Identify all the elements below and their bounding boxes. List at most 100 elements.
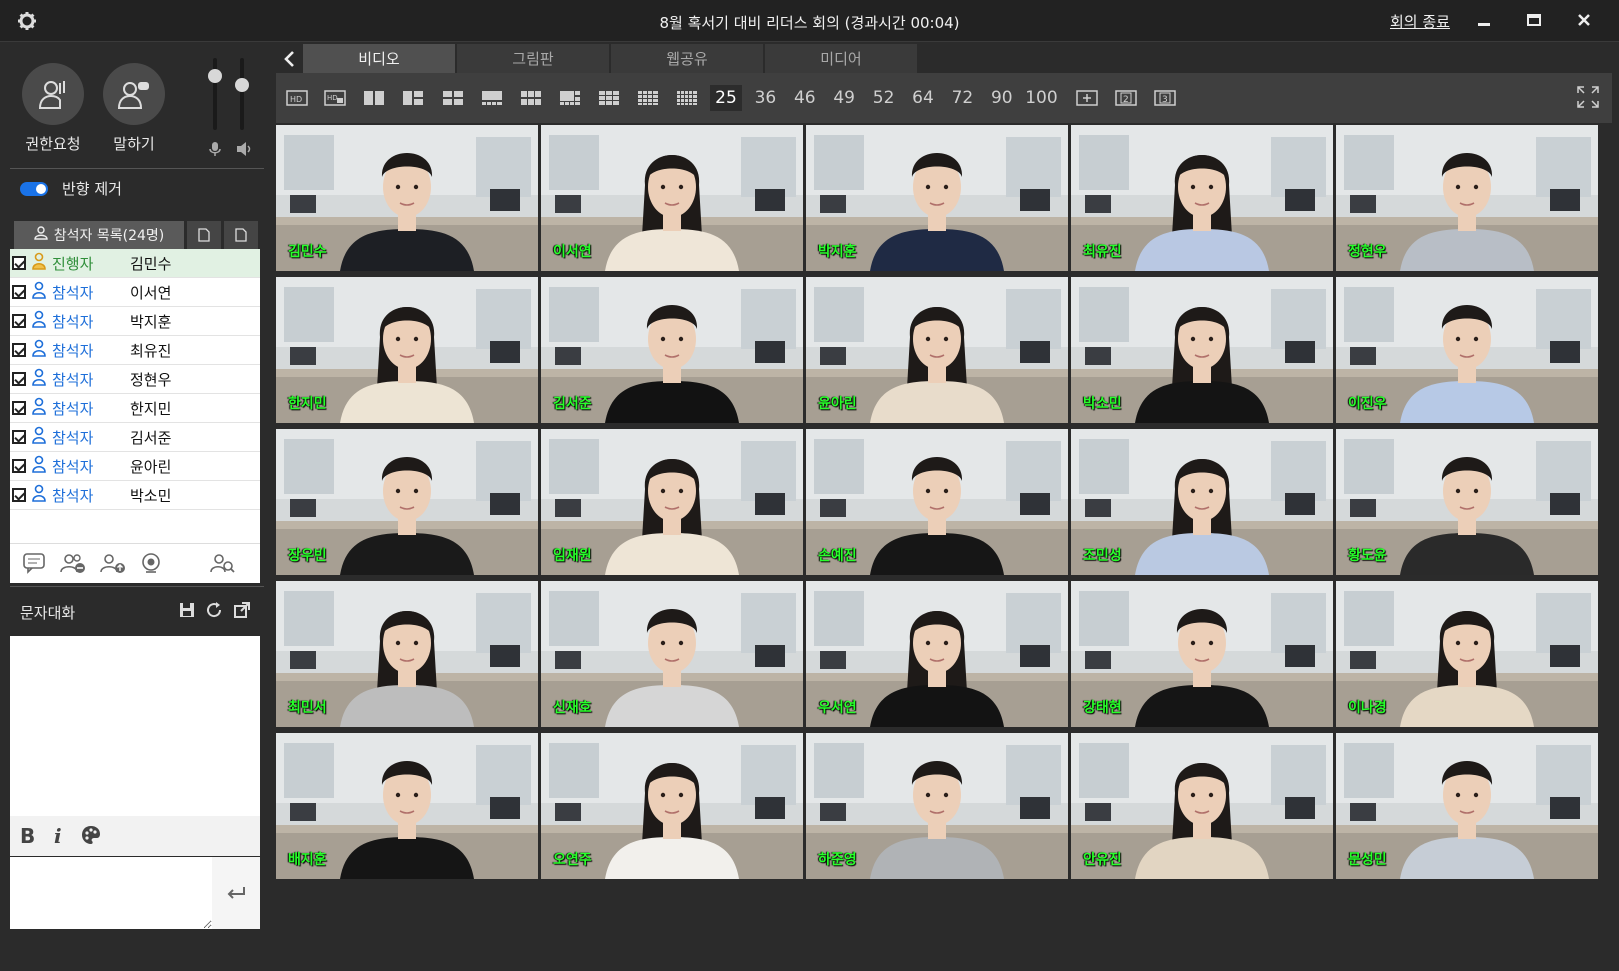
participant-row[interactable]: 참석자 정현우 — [10, 365, 260, 394]
close-icon[interactable] — [1570, 8, 1598, 34]
layout-count-100[interactable]: 100 — [1025, 85, 1057, 111]
end-meeting-link[interactable]: 회의 종료 — [1390, 11, 1450, 32]
user-search-icon[interactable] — [210, 552, 236, 576]
video-tile[interactable]: 문성민 — [1336, 733, 1598, 879]
participant-checkbox[interactable] — [12, 488, 26, 502]
video-tile[interactable]: 박소민 — [1071, 277, 1333, 423]
color-palette-icon[interactable] — [80, 824, 102, 848]
tab-media[interactable]: 미디어 — [765, 44, 917, 74]
layout-20-icon[interactable] — [676, 87, 698, 109]
page-2-icon[interactable]: 2 — [1115, 87, 1137, 109]
layout-6-icon[interactable] — [520, 87, 542, 109]
page-3-icon[interactable]: 3 — [1154, 87, 1176, 109]
participant-row[interactable]: 참석자 최유진 — [10, 336, 260, 365]
send-enter-icon[interactable] — [212, 857, 260, 929]
echo-removal-toggle[interactable] — [20, 181, 48, 196]
chat-message-input[interactable] — [10, 857, 212, 929]
video-tile[interactable]: 황도윤 — [1336, 429, 1598, 575]
video-tile[interactable]: 이진우 — [1336, 277, 1598, 423]
participant-row[interactable]: 참석자 윤아린 — [10, 452, 260, 481]
layout-count-90[interactable]: 90 — [986, 85, 1018, 111]
layout-8-icon[interactable] — [559, 87, 581, 109]
video-tile[interactable]: 조민성 — [1071, 429, 1333, 575]
video-tile[interactable]: 오연주 — [541, 733, 803, 879]
layout-count-46[interactable]: 46 — [789, 85, 821, 111]
video-tile[interactable]: 최유진 — [1071, 125, 1333, 271]
video-tile[interactable]: 최민서 — [276, 581, 538, 727]
bold-button[interactable]: B — [20, 824, 42, 848]
page-1-icon[interactable] — [1076, 87, 1098, 109]
participant-checkbox[interactable] — [12, 430, 26, 444]
participant-checkbox[interactable] — [12, 256, 26, 270]
mic-volume-slider[interactable] — [208, 58, 222, 130]
video-tile[interactable]: 윤아린 — [806, 277, 1068, 423]
participant-checkbox[interactable] — [12, 401, 26, 415]
video-tile[interactable]: 임재원 — [541, 429, 803, 575]
participant-checkbox[interactable] — [12, 459, 26, 473]
layout-9-icon[interactable] — [598, 87, 620, 109]
video-tile[interactable]: 한지민 — [276, 277, 538, 423]
participant-checkbox[interactable] — [12, 372, 26, 386]
participant-list-tab[interactable]: 참석자 목록(24명) — [14, 221, 184, 249]
participant-row[interactable]: 참석자 박지훈 — [10, 307, 260, 336]
speak-label: 말하기 — [113, 135, 155, 153]
save-icon[interactable] — [178, 601, 198, 621]
video-tile[interactable]: 이서연 — [541, 125, 803, 271]
fullscreen-icon[interactable] — [1576, 85, 1599, 108]
video-tile[interactable]: 김민수 — [276, 125, 538, 271]
layout-count-49[interactable]: 49 — [828, 85, 860, 111]
document-export-icon[interactable] — [224, 221, 258, 249]
mic-volume-knob[interactable] — [208, 68, 222, 83]
participant-checkbox[interactable] — [12, 343, 26, 357]
layout-count-25[interactable]: 25 — [710, 85, 742, 111]
participant-row[interactable]: 참석자 이서연 — [10, 278, 260, 307]
tab-whiteboard[interactable]: 그림판 — [457, 44, 609, 74]
document-icon[interactable] — [187, 221, 221, 249]
video-tile[interactable]: 김서준 — [541, 277, 803, 423]
layout-16-icon[interactable] — [637, 87, 659, 109]
layout-5-icon[interactable] — [481, 87, 503, 109]
participant-row[interactable]: 진행자 김민수 — [10, 249, 260, 278]
hd-layout-icon[interactable]: HD — [324, 87, 346, 109]
video-tile[interactable]: 정현우 — [1336, 125, 1598, 271]
tab-video[interactable]: 비디오 — [303, 44, 455, 74]
participant-row[interactable]: 참석자 김서준 — [10, 423, 260, 452]
hd-icon[interactable]: HD — [286, 87, 308, 109]
layout-count-52[interactable]: 52 — [868, 85, 900, 111]
layout-count-72[interactable]: 72 — [946, 85, 978, 111]
webcam-icon[interactable] — [140, 552, 166, 576]
user-upload-icon[interactable] — [100, 552, 126, 576]
participant-row[interactable]: 참석자 박소민 — [10, 481, 260, 510]
request-permission-button[interactable]: 권한요청 — [20, 63, 86, 154]
italic-button[interactable]: i — [54, 824, 76, 848]
participant-checkbox[interactable] — [12, 314, 26, 328]
layout-4-icon[interactable] — [442, 87, 464, 109]
layout-count-64[interactable]: 64 — [907, 85, 939, 111]
chat-bubble-icon[interactable] — [22, 552, 48, 576]
layout-2-icon[interactable] — [363, 87, 385, 109]
layout-3-icon[interactable] — [402, 87, 424, 109]
video-tile[interactable]: 우서연 — [806, 581, 1068, 727]
video-tile[interactable]: 박지훈 — [806, 125, 1068, 271]
video-tile[interactable]: 강태현 — [1071, 581, 1333, 727]
chevron-left-icon[interactable] — [280, 49, 300, 69]
video-tile[interactable]: 손예진 — [806, 429, 1068, 575]
video-tile[interactable]: 이나경 — [1336, 581, 1598, 727]
video-tile[interactable]: 하준영 — [806, 733, 1068, 879]
participant-row[interactable]: 참석자 한지민 — [10, 394, 260, 423]
layout-count-36[interactable]: 36 — [749, 85, 781, 111]
speak-button[interactable]: 말하기 — [101, 63, 167, 154]
maximize-icon[interactable] — [1520, 8, 1548, 34]
video-tile[interactable]: 장우빈 — [276, 429, 538, 575]
speaker-volume-slider[interactable] — [235, 58, 249, 130]
popout-icon[interactable] — [233, 601, 253, 621]
participant-checkbox[interactable] — [12, 285, 26, 299]
refresh-icon[interactable] — [205, 601, 225, 621]
video-tile[interactable]: 배지훈 — [276, 733, 538, 879]
group-remove-icon[interactable] — [60, 552, 86, 576]
tab-web-share[interactable]: 웹공유 — [611, 44, 763, 74]
video-tile[interactable]: 신재호 — [541, 581, 803, 727]
video-tile[interactable]: 안유진 — [1071, 733, 1333, 879]
minimize-icon[interactable] — [1470, 8, 1498, 34]
speaker-volume-knob[interactable] — [235, 78, 249, 93]
